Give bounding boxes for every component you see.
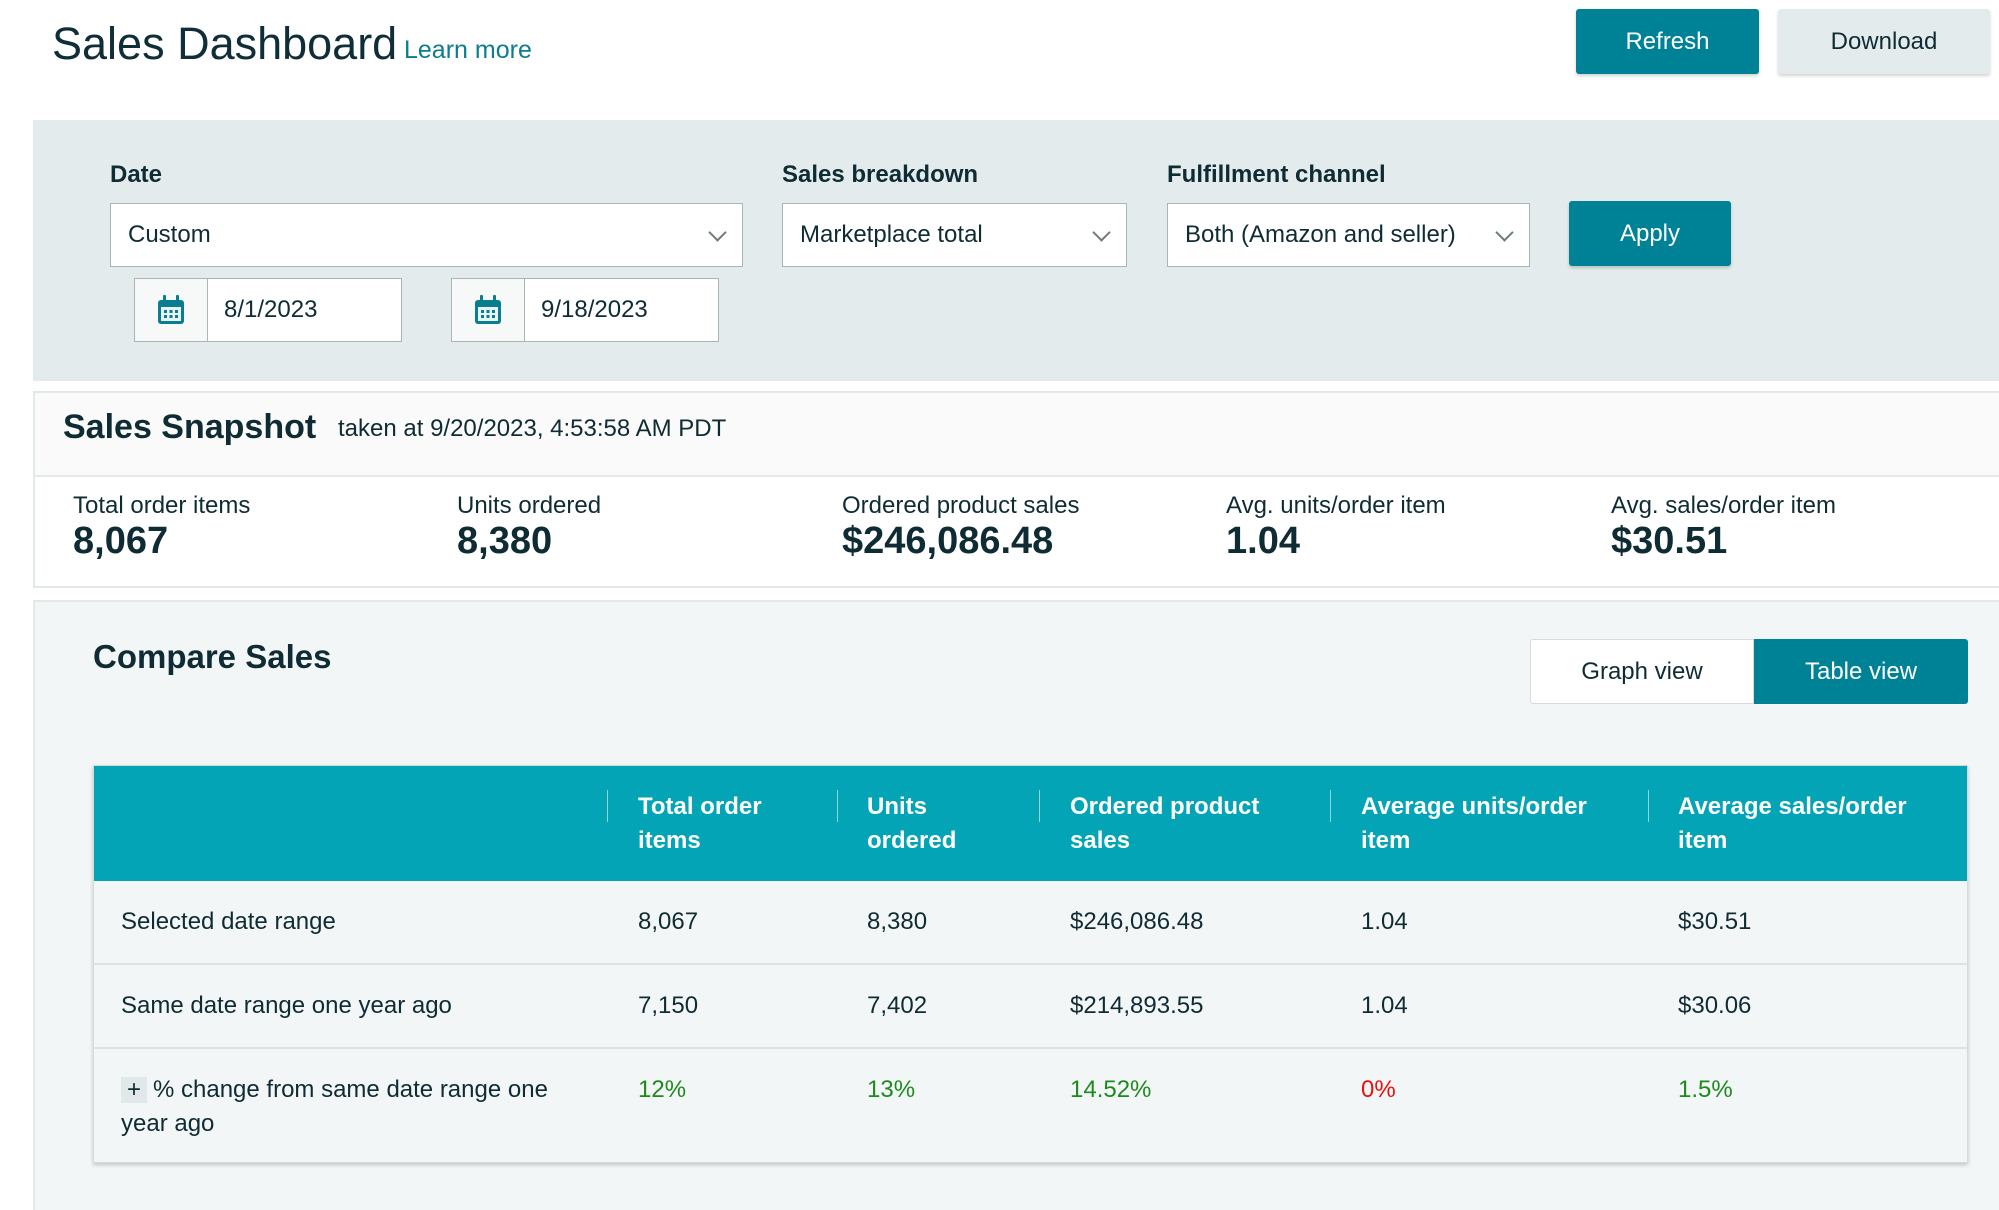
compare-sales-table: Total order items Units ordered Ordered … (93, 765, 1968, 1163)
cell-value-positive: 13% (867, 1076, 916, 1103)
metric-label: Units ordered (457, 492, 602, 519)
sales-snapshot-header (33, 391, 1999, 477)
snapshot-timestamp: taken at 9/20/2023, 4:53:58 AM PDT (338, 415, 727, 442)
row-label: Selected date range (121, 908, 336, 935)
graph-view-tab[interactable]: Graph view (1530, 639, 1754, 704)
metric-label: Avg. units/order item (1226, 492, 1446, 519)
start-date-value: 8/1/2023 (224, 296, 318, 323)
metric-avg-units: Avg. units/order item 1.04 (1226, 492, 1446, 563)
cell-value-positive: 1.5% (1678, 1076, 1733, 1103)
cell-value: 1.04 (1361, 908, 1408, 935)
sales-breakdown-select[interactable]: Marketplace total (782, 203, 1127, 267)
column-header-avg-units: Average units/order item (1361, 793, 1587, 854)
cell-value: 8,067 (638, 908, 699, 935)
metric-total-order-items: Total order items 8,067 (73, 492, 250, 563)
refresh-button[interactable]: Refresh (1576, 9, 1759, 74)
page-title: Sales Dashboard (52, 18, 398, 69)
download-button[interactable]: Download (1778, 9, 1990, 74)
cell-value: 7,150 (638, 992, 699, 1019)
chevron-down-icon (1092, 223, 1111, 242)
chevron-down-icon (1495, 223, 1514, 242)
column-header-total-order-items: Total order items (638, 793, 762, 854)
column-header-ordered-product-sales: Ordered product sales (1070, 793, 1260, 854)
calendar-icon[interactable] (452, 279, 525, 341)
metric-label: Ordered product sales (842, 492, 1080, 519)
compare-sales-title: Compare Sales (93, 638, 332, 675)
calendar-icon[interactable] (135, 279, 208, 341)
fulfillment-channel-label: Fulfillment channel (1167, 161, 1386, 188)
sales-breakdown-value: Marketplace total (800, 221, 983, 248)
date-label: Date (110, 161, 163, 188)
metric-value: 1.04 (1226, 520, 1300, 562)
column-separator (1648, 790, 1649, 822)
table-row: Selected date range 8,067 8,380 $246,086… (94, 881, 1967, 965)
table-row: +% change from same date range one year … (94, 1049, 1967, 1162)
cell-value-neutral: 0% (1361, 1076, 1396, 1103)
cell-value-positive: 12% (638, 1076, 687, 1103)
metric-avg-sales: Avg. sales/order item $30.51 (1611, 492, 1836, 563)
column-header-avg-sales: Average sales/order item (1678, 793, 1907, 854)
column-separator (837, 790, 838, 822)
column-header-units-ordered: Units ordered (867, 793, 957, 854)
row-label-text: % change from same date range one year a… (121, 1076, 548, 1137)
cell-value: $30.06 (1678, 992, 1752, 1019)
metric-label: Total order items (73, 492, 251, 519)
table-header: Total order items Units ordered Ordered … (94, 766, 1967, 881)
date-select-value: Custom (128, 221, 211, 248)
cell-value-positive: 14.52% (1070, 1076, 1152, 1103)
column-separator (607, 790, 608, 822)
metric-value: 8,067 (73, 520, 169, 562)
column-separator (1330, 790, 1331, 822)
end-date-input[interactable]: 9/18/2023 (451, 278, 719, 342)
metric-value: $30.51 (1611, 520, 1728, 562)
apply-button[interactable]: Apply (1569, 201, 1731, 266)
column-separator (1039, 790, 1040, 822)
start-date-input[interactable]: 8/1/2023 (134, 278, 402, 342)
metric-value: $246,086.48 (842, 520, 1054, 562)
metric-label: Avg. sales/order item (1611, 492, 1836, 519)
metric-value: 8,380 (457, 520, 553, 562)
learn-more-link[interactable]: Learn more (404, 36, 532, 65)
row-label: +% change from same date range one year … (121, 1073, 591, 1141)
cell-value: $30.51 (1678, 908, 1752, 935)
end-date-value: 9/18/2023 (541, 296, 648, 323)
date-select[interactable]: Custom (110, 203, 743, 267)
sales-breakdown-label: Sales breakdown (782, 161, 979, 188)
cell-value: 7,402 (867, 992, 928, 1019)
cell-value: 1.04 (1361, 992, 1408, 1019)
row-label: Same date range one year ago (121, 992, 452, 1019)
table-row: Same date range one year ago 7,150 7,402… (94, 965, 1967, 1049)
cell-value: $214,893.55 (1070, 992, 1204, 1019)
metric-ordered-product-sales: Ordered product sales $246,086.48 (842, 492, 1079, 563)
plus-icon[interactable]: + (121, 1077, 147, 1103)
fulfillment-channel-select[interactable]: Both (Amazon and seller) (1167, 203, 1530, 267)
table-view-tab[interactable]: Table view (1754, 639, 1968, 704)
chevron-down-icon (708, 223, 727, 242)
cell-value: 8,380 (867, 908, 928, 935)
fulfillment-channel-value: Both (Amazon and seller) (1185, 221, 1456, 248)
cell-value: $246,086.48 (1070, 908, 1204, 935)
sales-snapshot-title: Sales Snapshot (63, 408, 317, 446)
metric-units-ordered: Units ordered 8,380 (457, 492, 601, 563)
